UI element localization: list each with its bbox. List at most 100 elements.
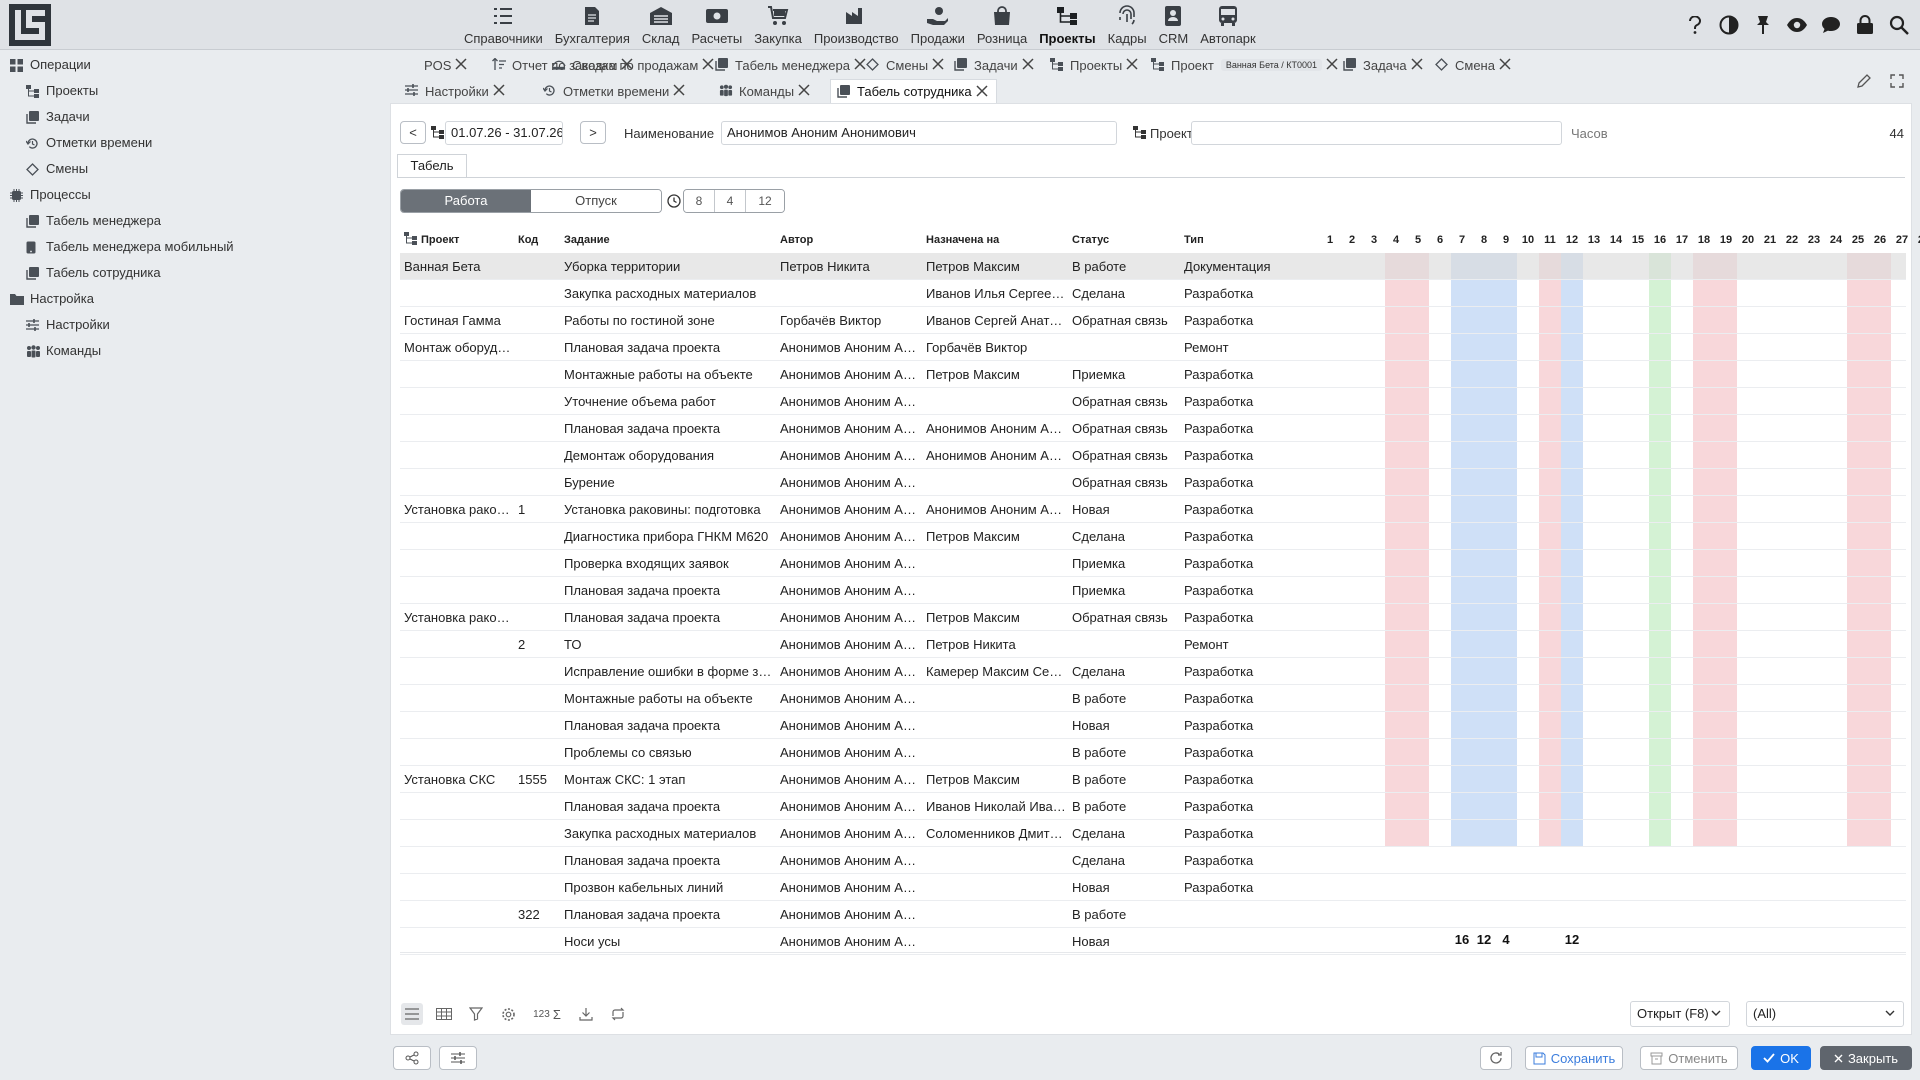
close-icon[interactable]	[1411, 58, 1425, 72]
reload-button[interactable]	[1480, 1046, 1512, 1070]
table-row[interactable]: Плановая задача проекта Анонимов Аноним А…	[400, 712, 1906, 739]
refresh-loop-icon[interactable]	[607, 1003, 629, 1025]
table-row[interactable]: Уточнение объема работ Анонимов Аноним Ан…	[400, 388, 1906, 415]
sidebar-item[interactable]: Настройки	[0, 312, 384, 338]
tab[interactable]: Табель менеджера	[715, 53, 868, 77]
table-row[interactable]: Плановая задача проекта Анонимов Аноним А…	[400, 577, 1906, 604]
table-row[interactable]: 2 ТО Анонимов Аноним Анонимович Петров Ники…	[400, 631, 1906, 658]
contrast-icon[interactable]	[1717, 13, 1740, 36]
tab[interactable]: Проекты	[1050, 53, 1140, 77]
project-field[interactable]	[1191, 121, 1562, 145]
table-row[interactable]: Монтаж оборудования Плановая задача проек…	[400, 334, 1906, 361]
table-row[interactable]: Установка раковины Плановая задача проект…	[400, 604, 1906, 631]
table-row[interactable]: Гостиная Гамма Работы по гостиной зоне Гор…	[400, 307, 1906, 334]
tab[interactable]: Задача	[1343, 53, 1425, 77]
table-row[interactable]: Диагностика прибора ГНКМ М620 Анонимов Ан…	[400, 523, 1906, 550]
close-icon[interactable]	[976, 84, 990, 99]
module-fingerprint[interactable]: Кадры	[1102, 2, 1153, 48]
close-icon[interactable]	[1022, 58, 1036, 72]
period-field[interactable]: 01.07.26 - 31.07.26	[445, 121, 563, 145]
eye-icon[interactable]	[1785, 13, 1808, 36]
module-money[interactable]: Расчеты	[685, 2, 748, 48]
sidebar-group[interactable]: Процессы	[0, 182, 384, 208]
tab[interactable]: Отметки времени	[543, 79, 687, 103]
close-icon[interactable]	[932, 58, 946, 72]
sidebar-item[interactable]: Задачи	[0, 104, 384, 130]
segment-vacation[interactable]: Отпуск	[531, 190, 661, 212]
module-contact-card[interactable]: CRM	[1153, 2, 1195, 48]
close-button[interactable]: Закрыть	[1820, 1046, 1912, 1070]
close-icon[interactable]	[673, 84, 687, 98]
column-header-code[interactable]: Код	[514, 227, 560, 253]
hour-preset-4[interactable]: 4	[715, 190, 746, 212]
close-icon[interactable]	[1126, 58, 1140, 72]
table-row[interactable]: Плановая задача проекта Анонимов Аноним А…	[400, 793, 1906, 820]
hour-preset-12[interactable]: 12	[746, 190, 784, 212]
module-list[interactable]: Справочники	[458, 2, 549, 48]
grid-view-icon[interactable]	[433, 1003, 455, 1025]
options-button[interactable]	[439, 1046, 477, 1070]
sidebar-group[interactable]: Настройка	[0, 286, 384, 312]
table-row[interactable]: Закупка расходных материалов Анонимов Ано…	[400, 820, 1906, 847]
sidebar-item[interactable]: Отметки времени	[0, 130, 384, 156]
module-bag[interactable]: Розница	[971, 2, 1033, 48]
table-row[interactable]: Монтажные работы на объекте Анонимов Анон…	[400, 361, 1906, 388]
tab[interactable]: Задачи	[954, 53, 1036, 77]
hour-preset-8[interactable]: 8	[684, 190, 715, 212]
download-icon[interactable]	[575, 1003, 597, 1025]
tab[interactable]: Сводка по продажам	[552, 53, 716, 77]
table-row[interactable]: Установка раковины 1 Установка раковины: п…	[400, 496, 1906, 523]
table-row[interactable]: Проблемы со связью Анонимов Аноним Аноним…	[400, 739, 1906, 766]
table-row[interactable]: Закупка расходных материалов Иванов Илья …	[400, 280, 1906, 307]
table-row[interactable]: 322 Плановая задача проекта Анонимов Анони…	[400, 901, 1906, 928]
tab[interactable]: Настройки	[405, 79, 507, 103]
table-row[interactable]: Проверка входящих заявок Анонимов Аноним …	[400, 550, 1906, 577]
save-button[interactable]: Сохранить	[1525, 1046, 1623, 1070]
sidebar-group[interactable]: Операции	[0, 52, 384, 78]
filter-icon[interactable]	[465, 1003, 487, 1025]
close-icon[interactable]	[455, 58, 469, 72]
module-warehouse[interactable]: Склад	[636, 2, 686, 48]
status-select[interactable]: Открыт (F8)	[1630, 1001, 1730, 1027]
module-hand-money[interactable]: Продажи	[905, 2, 971, 48]
table-row[interactable]: Монтажные работы на объекте Анонимов Анон…	[400, 685, 1906, 712]
close-icon[interactable]	[493, 84, 507, 98]
table-row[interactable]: Установка СКС 1555 Монтаж СКС: 1 этап Анони…	[400, 766, 1906, 793]
settings-gear-icon[interactable]	[497, 1003, 519, 1025]
pin-icon[interactable]	[1751, 13, 1774, 36]
cancel-button[interactable]: Отменить	[1640, 1046, 1738, 1070]
table-row[interactable]: Бурение Анонимов Аноним Анонимович Обратна…	[400, 469, 1906, 496]
module-hierarchy[interactable]: Проекты	[1033, 2, 1101, 48]
tab[interactable]: Команды	[719, 79, 812, 103]
ok-button[interactable]: OK	[1751, 1046, 1811, 1070]
column-header-project[interactable]: Проект	[400, 227, 514, 253]
sidebar-item[interactable]: Команды	[0, 338, 384, 364]
column-header-assignee[interactable]: Назначена на	[922, 227, 1068, 253]
chat-icon[interactable]	[1819, 13, 1842, 36]
fullscreen-icon[interactable]	[1885, 69, 1908, 92]
share-button[interactable]	[393, 1046, 431, 1070]
module-bus[interactable]: Автопарк	[1194, 2, 1262, 48]
edit-icon[interactable]	[1852, 69, 1875, 92]
sum-icon[interactable]: 123 Σ	[529, 1003, 565, 1025]
close-icon[interactable]	[1499, 58, 1513, 72]
sidebar-item[interactable]: Смены	[0, 156, 384, 182]
table-row[interactable]: Плановая задача проекта Анонимов Аноним А…	[400, 415, 1906, 442]
close-icon[interactable]	[798, 84, 812, 98]
search-icon[interactable]	[1887, 13, 1910, 36]
column-header-status[interactable]: Статус	[1068, 227, 1180, 253]
column-header-author[interactable]: Автор	[776, 227, 922, 253]
all-select[interactable]: (All)	[1746, 1001, 1904, 1027]
table-row[interactable]: Плановая задача проекта Анонимов Аноним А…	[400, 847, 1906, 874]
module-cart[interactable]: Закупка	[748, 2, 808, 48]
tab-active[interactable]: Табель сотрудника	[830, 79, 997, 103]
table-row[interactable]: Носи усы Анонимов Аноним Анонимович Новая	[400, 928, 1906, 955]
sidebar-item[interactable]: Табель менеджера мобильный	[0, 234, 384, 260]
lock-icon[interactable]	[1853, 13, 1876, 36]
prev-period-button[interactable]: <	[400, 121, 426, 144]
column-header-task[interactable]: Задание	[560, 227, 776, 253]
tab-tabel[interactable]: Табель	[397, 154, 467, 178]
table-row[interactable]: Ванная Бета Уборка территории Петров Никит…	[400, 253, 1906, 280]
module-document[interactable]: Бухгалтерия	[549, 2, 636, 48]
list-view-icon[interactable]	[401, 1003, 423, 1025]
